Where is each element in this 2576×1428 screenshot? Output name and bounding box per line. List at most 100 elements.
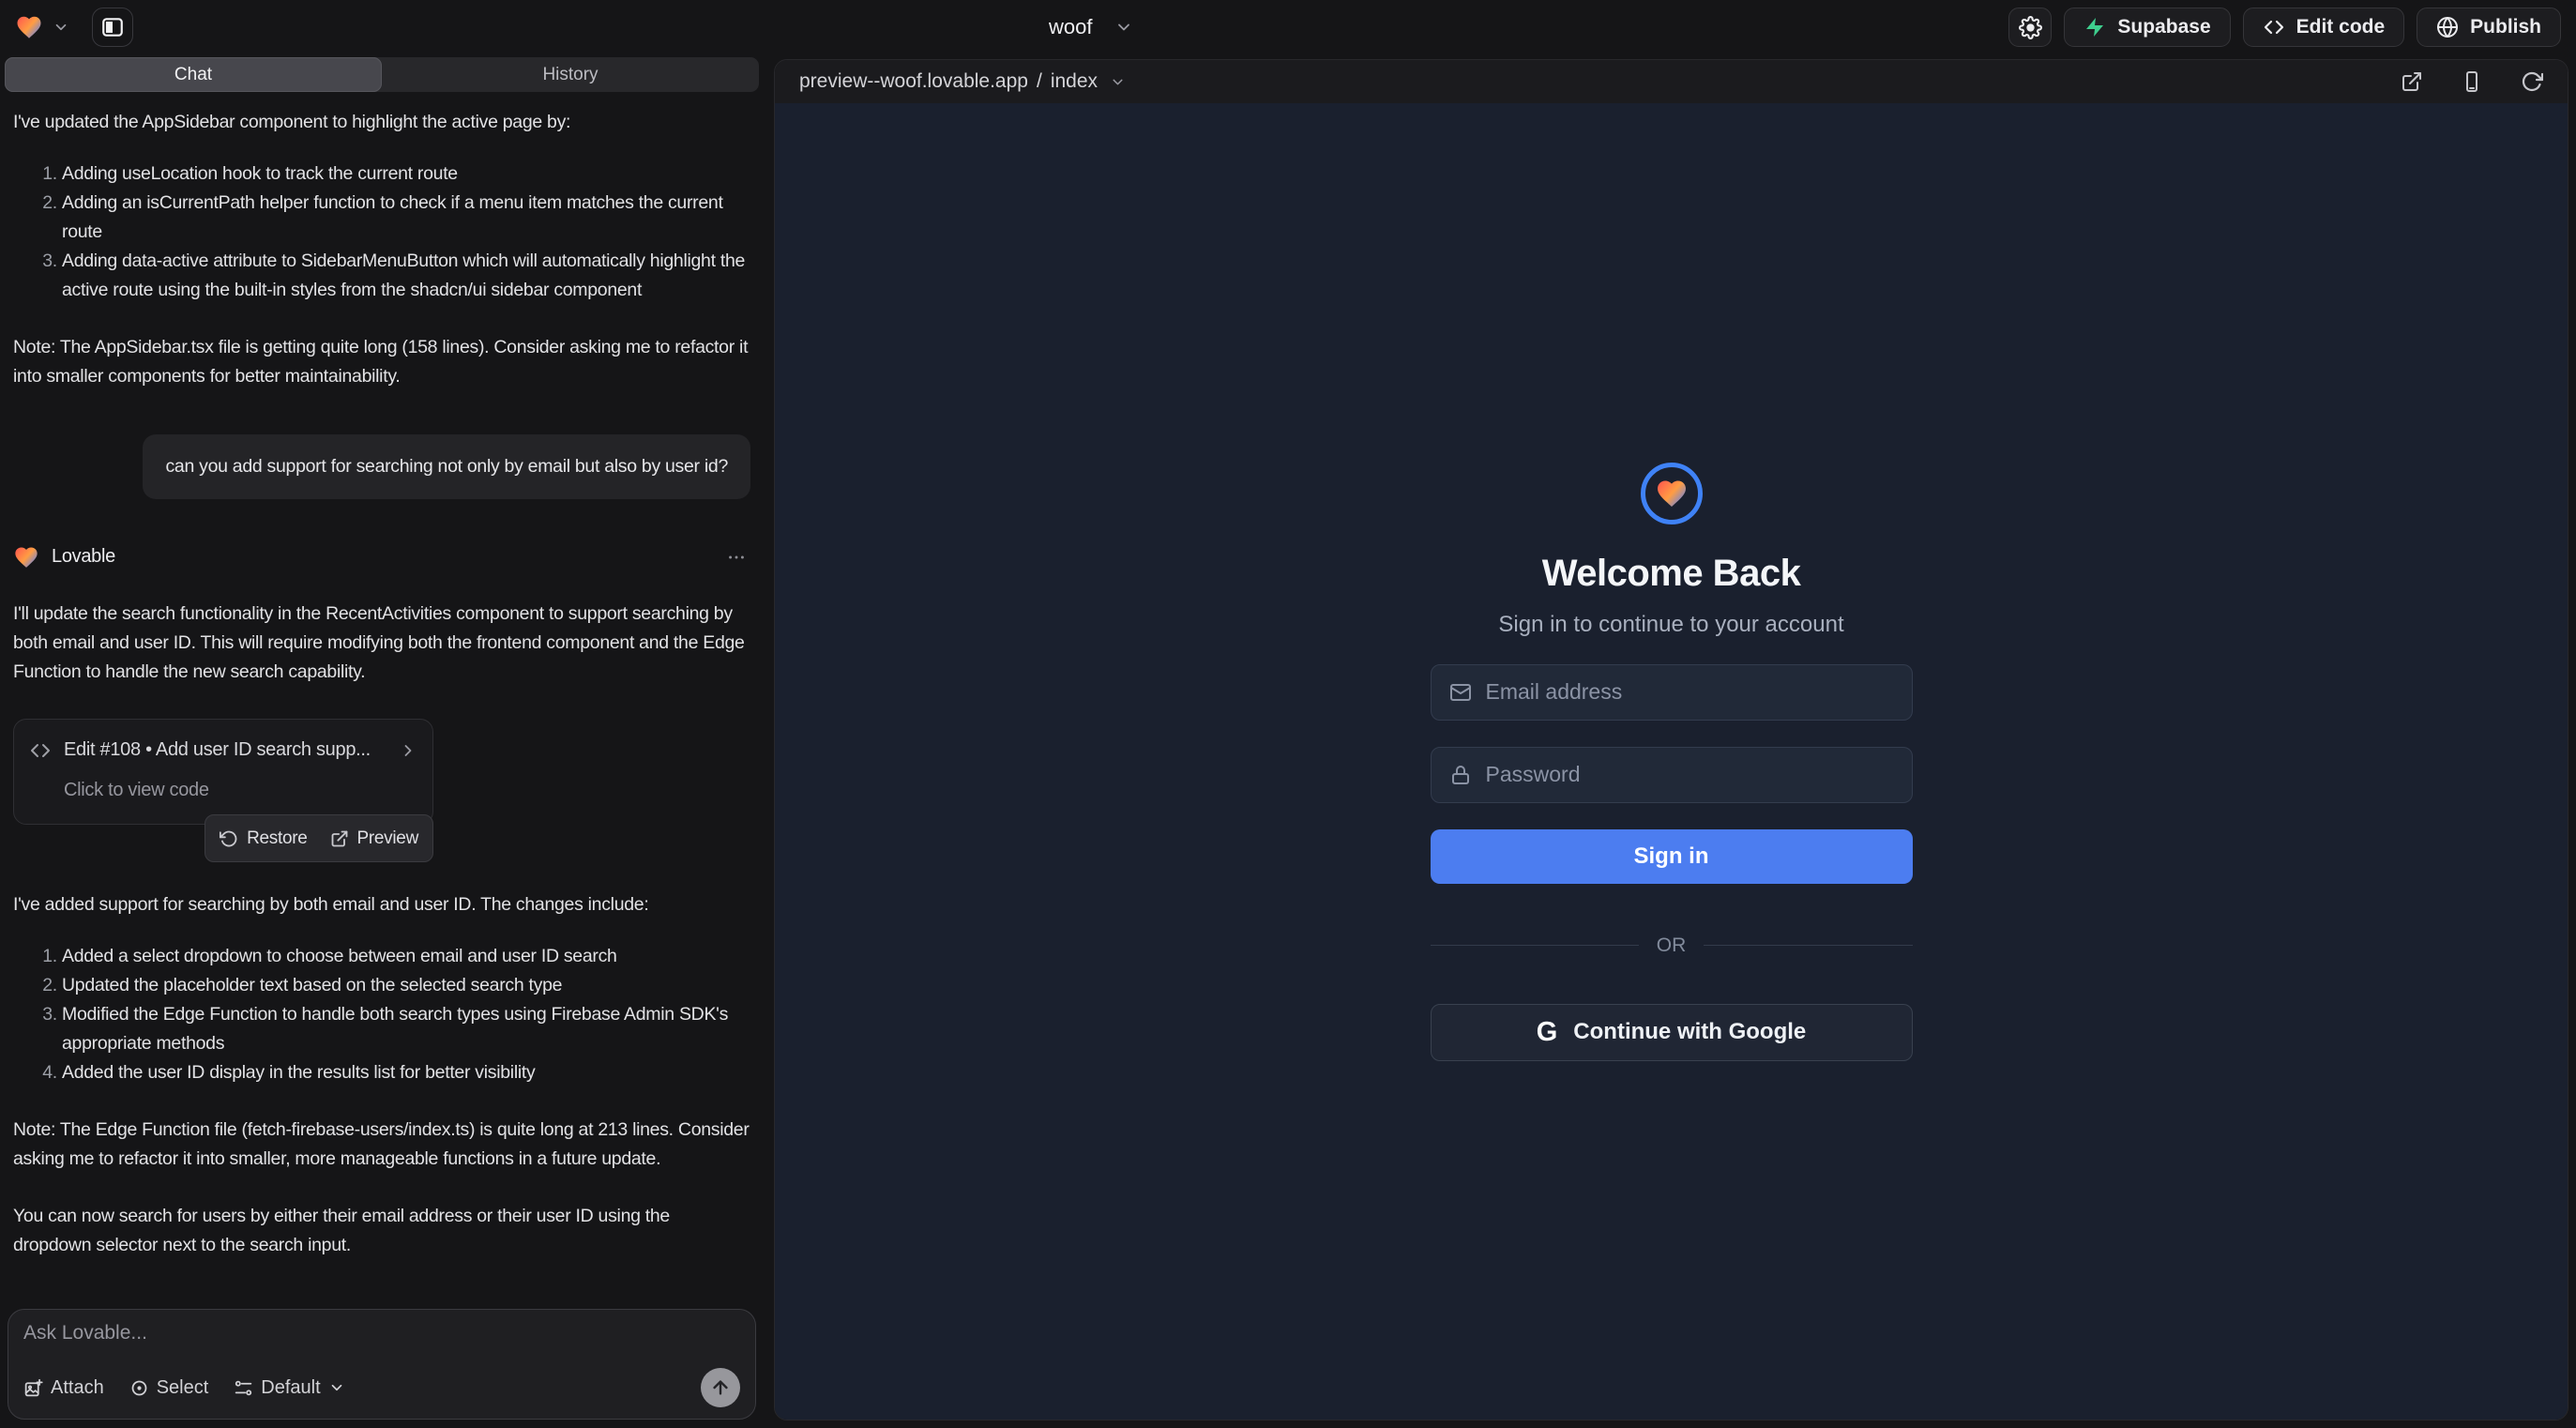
restore-button[interactable]: Restore <box>220 824 307 853</box>
list-item: Adding data-active attribute to SidebarM… <box>62 247 750 305</box>
top-bar: woof Supabase Edit code <box>0 0 2576 54</box>
chevron-down-icon <box>1114 18 1133 37</box>
top-bar-actions: Supabase Edit code Publish <box>2008 8 2561 47</box>
chat-composer: Attach Select Default <box>8 1309 756 1420</box>
panel-toggle-icon <box>100 15 125 39</box>
assistant-message-text: I've updated the AppSidebar component to… <box>13 108 750 137</box>
assistant-message-text: You can now search for users by either t… <box>13 1202 750 1260</box>
chevron-down-icon <box>1110 74 1126 90</box>
assistant-message-text: I'll update the search functionality in … <box>13 600 750 687</box>
edit-actions-bar: Restore Preview <box>205 814 433 862</box>
publish-label: Publish <box>2470 16 2541 38</box>
assistant-list: Adding useLocation hook to track the cur… <box>13 160 750 305</box>
chat-panel: Chat History I've updated the AppSidebar… <box>0 54 764 1428</box>
email-field[interactable] <box>1486 679 1894 705</box>
list-item: Added the user ID display in the results… <box>62 1058 750 1087</box>
login-subtitle: Sign in to continue to your account <box>1498 612 1843 638</box>
google-g-icon: G <box>1537 1019 1558 1046</box>
arrow-up-icon <box>710 1377 731 1398</box>
chat-input[interactable] <box>23 1322 740 1368</box>
continue-with-google-button[interactable]: G Continue with Google <box>1431 1004 1913 1061</box>
preview-button[interactable]: Preview <box>330 824 418 853</box>
divider-line <box>1704 945 1912 946</box>
login-card: Welcome Back Sign in to continue to your… <box>1431 463 1913 1061</box>
divider-line <box>1431 945 1639 946</box>
list-item: Adding an isCurrentPath helper function … <box>62 189 750 247</box>
settings-button[interactable] <box>2008 8 2052 47</box>
preview-label: Preview <box>357 824 418 853</box>
send-button[interactable] <box>701 1368 740 1407</box>
edit-card-subtitle: Click to view code <box>64 776 417 805</box>
refresh-icon <box>2521 70 2543 93</box>
gear-icon <box>2019 16 2042 39</box>
assistant-name: Lovable <box>52 542 115 571</box>
chat-message-list[interactable]: I've updated the AppSidebar component to… <box>0 92 764 1301</box>
edit-code-button[interactable]: Edit code <box>2243 8 2405 47</box>
external-link-icon <box>2401 70 2423 93</box>
assistant-list: Added a select dropdown to choose betwee… <box>13 942 750 1087</box>
chevron-right-icon <box>399 741 417 760</box>
mode-selector[interactable]: Default <box>234 1377 344 1399</box>
main-layout: Chat History I've updated the AppSidebar… <box>0 54 2576 1428</box>
chevron-down-icon <box>328 1379 345 1396</box>
code-brackets-icon <box>2263 16 2285 38</box>
path-separator: / <box>1037 70 1042 93</box>
tab-history[interactable]: History <box>382 57 759 92</box>
preview-page: index <box>1051 70 1098 93</box>
preview-app-viewport: Welcome Back Sign in to continue to your… <box>775 103 2568 1420</box>
attach-button[interactable]: Attach <box>23 1377 104 1399</box>
edit-block: Edit #108 • Add user ID search supp... C… <box>13 719 433 862</box>
list-item: Modified the Edge Function to handle bot… <box>62 1000 750 1058</box>
edit-card-title: Edit #108 • Add user ID search supp... <box>64 736 371 765</box>
mode-label: Default <box>261 1377 320 1399</box>
tab-chat[interactable]: Chat <box>5 57 382 92</box>
supabase-label: Supabase <box>2117 16 2210 38</box>
open-in-new-tab-button[interactable] <box>2401 70 2423 93</box>
supabase-button[interactable]: Supabase <box>2064 8 2230 47</box>
sign-in-button[interactable]: Sign in <box>1431 829 1913 884</box>
select-element-button[interactable]: Select <box>129 1377 209 1399</box>
list-item: Updated the placeholder text based on th… <box>62 971 750 1000</box>
message-more-menu-icon[interactable] <box>722 543 750 571</box>
edit-code-card[interactable]: Edit #108 • Add user ID search supp... C… <box>13 719 433 825</box>
attach-label: Attach <box>51 1377 104 1399</box>
assistant-note-text: Note: The AppSidebar.tsx file is getting… <box>13 333 750 391</box>
attach-image-icon <box>23 1378 43 1398</box>
preview-url: preview--woof.lovable.app <box>799 70 1028 93</box>
chevron-down-icon <box>53 19 69 36</box>
project-switcher[interactable]: woof <box>1049 15 1133 39</box>
email-field-wrapper <box>1431 664 1913 721</box>
list-item: Adding useLocation hook to track the cur… <box>62 160 750 189</box>
sliders-icon <box>234 1378 253 1398</box>
preview-url-selector[interactable]: preview--woof.lovable.app / index <box>799 70 1126 93</box>
external-link-icon <box>330 829 349 848</box>
app-logo <box>1641 463 1703 524</box>
edit-code-label: Edit code <box>2296 16 2386 38</box>
phone-icon <box>2461 70 2483 93</box>
lovable-heart-icon <box>13 544 39 570</box>
lovable-logo-heart-icon <box>15 13 43 41</box>
supabase-bolt-icon <box>2084 16 2106 38</box>
select-label: Select <box>157 1377 209 1399</box>
assistant-message-header: Lovable <box>13 542 750 571</box>
lovable-app: woof Supabase Edit code <box>0 0 2576 1428</box>
password-field[interactable] <box>1486 762 1894 787</box>
publish-button[interactable]: Publish <box>2417 8 2561 47</box>
preview-header: preview--woof.lovable.app / index <box>775 60 2568 103</box>
list-item: Added a select dropdown to choose betwee… <box>62 942 750 971</box>
crosshair-icon <box>129 1378 149 1398</box>
project-name: woof <box>1049 15 1092 39</box>
toggle-sidebar-button[interactable] <box>92 8 133 47</box>
chat-history-tabs: Chat History <box>5 57 759 92</box>
assistant-message-text: I've added support for searching by both… <box>13 890 750 919</box>
or-divider: OR <box>1431 934 1913 957</box>
restore-icon <box>220 829 238 848</box>
google-button-label: Continue with Google <box>1573 1019 1806 1045</box>
workspace-menu[interactable] <box>15 13 69 41</box>
mobile-view-button[interactable] <box>2461 70 2483 93</box>
or-label: OR <box>1657 934 1687 957</box>
refresh-button[interactable] <box>2521 70 2543 93</box>
user-message-bubble: can you add support for searching not on… <box>143 434 750 499</box>
login-title: Welcome Back <box>1542 553 1801 595</box>
heart-icon <box>1655 477 1689 510</box>
